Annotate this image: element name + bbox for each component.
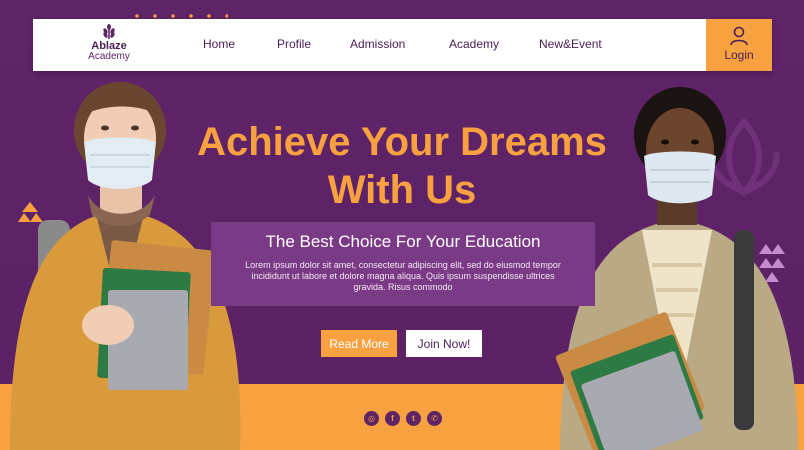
brand-logo[interactable]: Ablaze Academy	[79, 24, 139, 68]
nav-profile[interactable]: Profile	[277, 37, 311, 51]
instagram-icon[interactable]: ◎	[364, 411, 379, 426]
whatsapp-icon[interactable]: ✆	[427, 411, 442, 426]
nav-academy[interactable]: Academy	[449, 37, 499, 51]
login-label: Login	[724, 48, 754, 62]
nav-home[interactable]: Home	[203, 37, 235, 51]
twitter-icon[interactable]: t	[406, 411, 421, 426]
nav-news-event[interactable]: New&Event	[539, 37, 602, 51]
hero-title: Achieve Your Dreams With Us	[160, 118, 644, 214]
hero-subtitle: The Best Choice For Your Education	[265, 232, 541, 251]
nav-admission[interactable]: Admission	[350, 37, 405, 51]
login-button[interactable]: Login	[706, 19, 772, 71]
hero-body-text: Lorem ipsum dolor sit amet, consectetur …	[245, 260, 561, 292]
wheat-logo-icon	[103, 24, 115, 39]
logo-subtitle: Academy	[88, 51, 130, 62]
user-icon	[730, 26, 748, 46]
top-navbar: Ablaze Academy Home Profile Admission Ac…	[33, 19, 772, 71]
join-now-button[interactable]: Join Now!	[406, 330, 482, 357]
hero-title-line1: Achieve Your Dreams	[197, 120, 607, 164]
hero-title-line2: With Us	[327, 168, 477, 212]
subtitle-panel: The Best Choice For Your Education Lorem…	[211, 222, 595, 306]
read-more-button[interactable]: Read More	[321, 330, 397, 357]
facebook-icon[interactable]: f	[385, 411, 400, 426]
